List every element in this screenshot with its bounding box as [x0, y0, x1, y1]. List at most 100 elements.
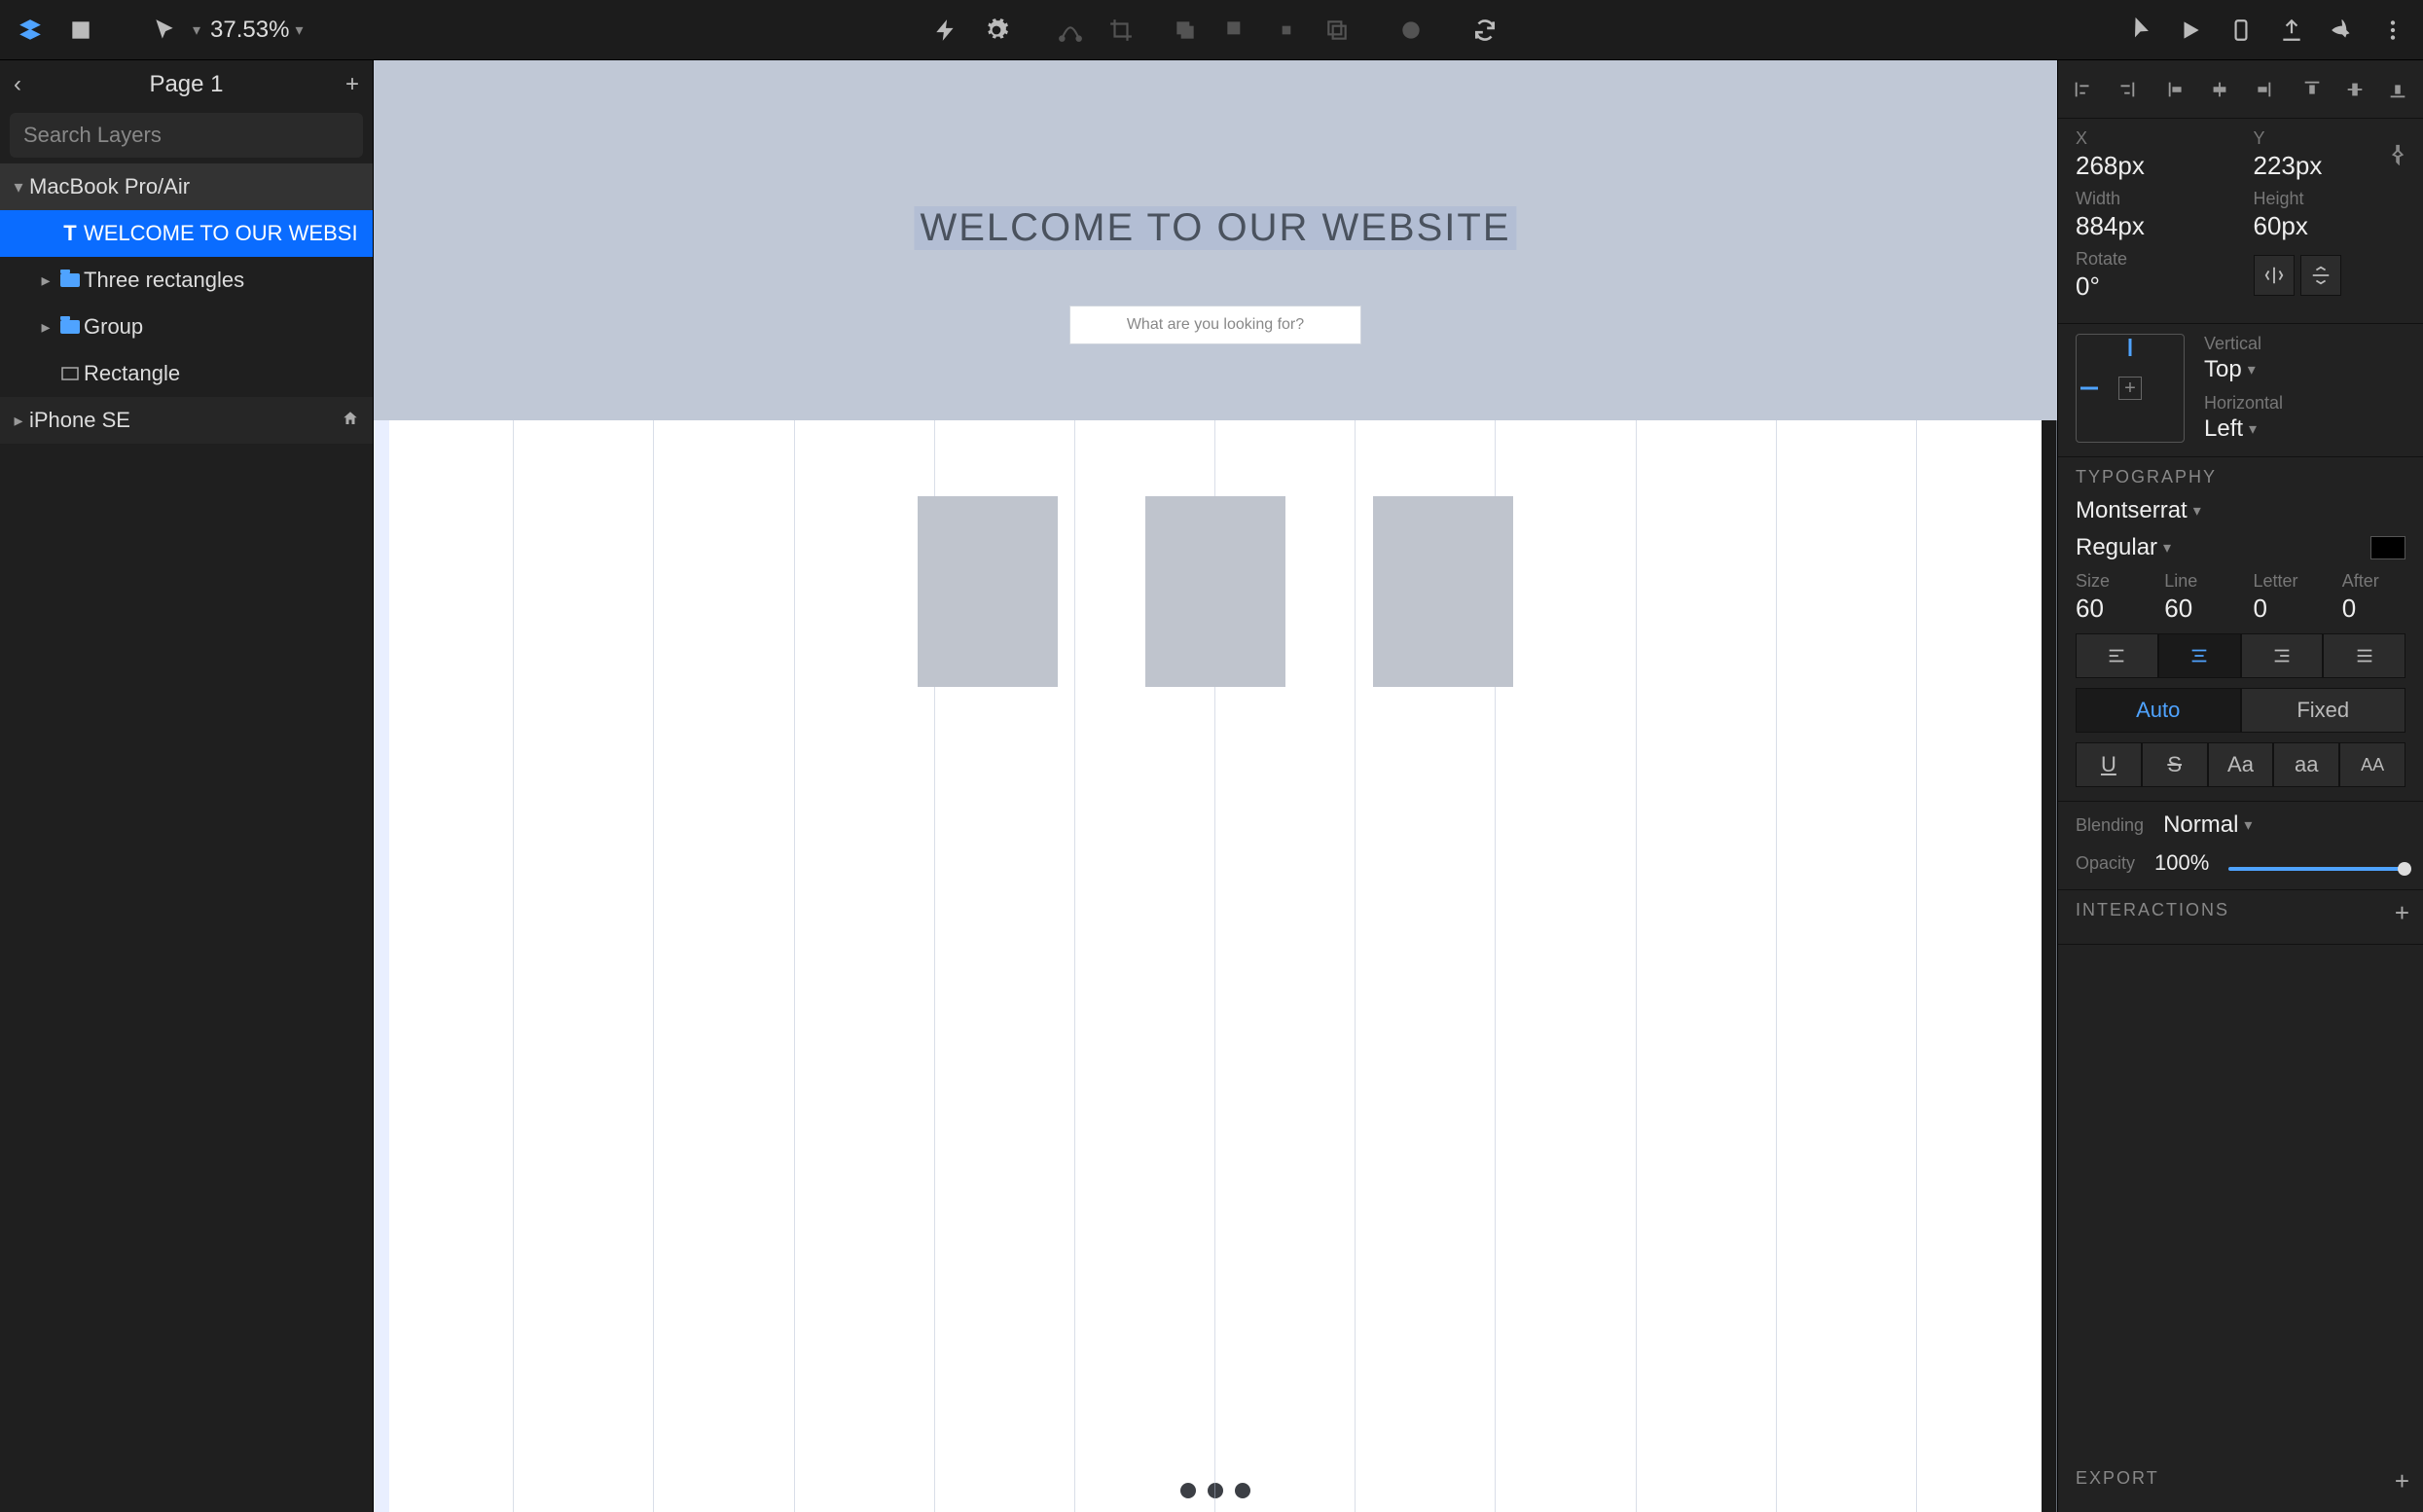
layer-three-rectangles[interactable]: ▸ Three rectangles — [0, 257, 373, 304]
refresh-icon[interactable] — [1463, 8, 1507, 53]
paragraph-after-value[interactable]: 0 — [2342, 594, 2405, 624]
font-family-dropdown[interactable]: Montserrat▾ — [2076, 497, 2405, 524]
text-align-justify-icon[interactable] — [2323, 633, 2405, 678]
chevron-right-icon[interactable]: ▸ — [35, 270, 56, 291]
strikethrough-icon[interactable]: S — [2142, 742, 2208, 787]
vertical-dropdown[interactable]: Top▾ — [2204, 356, 2405, 383]
bool-intersect-icon[interactable] — [1264, 8, 1309, 53]
handoff-icon[interactable] — [2117, 8, 2162, 53]
artboard-macbook[interactable]: WELCOME TO OUR WEBSITE What are you look… — [374, 420, 1284, 1512]
text-color-swatch[interactable] — [2370, 536, 2405, 559]
transform-lowercase[interactable]: aa — [2273, 742, 2339, 787]
canvas[interactable]: iPhone SE MacBook Pro/Air W — [374, 60, 2057, 1512]
align-h-right-icon[interactable] — [2243, 70, 2282, 109]
chevron-down-icon[interactable]: ▾ — [8, 177, 29, 198]
width-label: Width — [2076, 189, 2228, 209]
top-toolbar: ▾ 37.53% ▾ — [0, 0, 2423, 60]
add-export-icon[interactable]: + — [2395, 1466, 2409, 1496]
lightning-icon[interactable] — [923, 8, 968, 53]
y-value[interactable]: 223px — [2254, 151, 2406, 181]
layers-list: ▾ MacBook Pro/Air T WELCOME TO OUR WEBSI… — [0, 163, 373, 1512]
text-align-center-icon[interactable] — [2158, 633, 2241, 678]
play-icon[interactable] — [2168, 8, 2213, 53]
rotate-label: Rotate — [2076, 249, 2228, 270]
y-label: Y — [2254, 128, 2406, 149]
interactions-heading: INTERACTIONS — [2076, 900, 2405, 920]
more-icon[interactable] — [2370, 8, 2415, 53]
opacity-value[interactable]: 100% — [2154, 850, 2209, 876]
rect-icon — [56, 367, 84, 380]
home-icon[interactable] — [342, 408, 359, 433]
opacity-slider[interactable] — [2228, 867, 2405, 871]
font-weight-dropdown[interactable]: Regular▾ — [2076, 534, 2361, 561]
layers-tab-icon[interactable] — [8, 8, 53, 53]
blending-label: Blending — [2076, 815, 2144, 836]
transform-titlecase[interactable]: Aa — [2208, 742, 2274, 787]
assets-tab-icon[interactable] — [58, 8, 103, 53]
flip-horizontal-icon[interactable] — [2254, 255, 2295, 296]
width-value[interactable]: 884px — [2076, 211, 2228, 241]
mock-search-field: What are you looking for? — [1069, 306, 1361, 344]
layer-group[interactable]: ▸ Group — [0, 304, 373, 350]
align-v-bottom-icon[interactable] — [2378, 70, 2417, 109]
add-interaction-icon[interactable]: + — [2395, 898, 2409, 928]
left-panel: ‹ Page 1 + ▾ MacBook Pro/Air T WELCOME T… — [0, 60, 374, 1512]
opacity-label: Opacity — [2076, 853, 2135, 874]
align-v-middle-icon[interactable] — [2335, 70, 2374, 109]
add-page-icon[interactable]: + — [330, 71, 359, 98]
underline-icon[interactable]: U — [2076, 742, 2142, 787]
typography-heading: TYPOGRAPHY — [2076, 467, 2405, 487]
device-icon[interactable] — [2219, 8, 2263, 53]
x-label: X — [2076, 128, 2228, 149]
chevron-right-icon[interactable]: ▸ — [35, 317, 56, 338]
text-width-fixed[interactable]: Fixed — [2241, 688, 2406, 733]
search-layers-input[interactable] — [10, 113, 363, 158]
crop-icon[interactable] — [1099, 8, 1143, 53]
horizontal-label: Horizontal — [2204, 393, 2405, 414]
upload-icon[interactable] — [2269, 8, 2314, 53]
hero-title-text[interactable]: WELCOME TO OUR WEBSITE — [914, 206, 1516, 250]
gear-icon[interactable] — [974, 8, 1019, 53]
horizontal-dropdown[interactable]: Left▾ — [2204, 415, 2405, 443]
page-title[interactable]: Page 1 — [43, 71, 330, 98]
inspector-panel: X268px Y223px Width884px Height60px Rota… — [2057, 60, 2423, 1512]
layer-welcome-text[interactable]: T WELCOME TO OUR WEBSI — [0, 210, 373, 257]
back-icon[interactable]: ‹ — [14, 71, 43, 98]
align-v-top-icon[interactable] — [2293, 70, 2332, 109]
text-width-auto[interactable]: Auto — [2076, 688, 2241, 733]
align-h-left-icon[interactable] — [2157, 70, 2196, 109]
bool-subtract-icon[interactable] — [1213, 8, 1258, 53]
flip-vertical-icon[interactable] — [2300, 255, 2341, 296]
text-align-left-icon[interactable] — [2076, 633, 2158, 678]
blending-dropdown[interactable]: Normal▾ — [2163, 811, 2252, 839]
zoom-dropdown[interactable]: 37.53% ▾ — [200, 17, 312, 44]
height-value[interactable]: 60px — [2254, 211, 2406, 241]
bool-union-icon[interactable] — [1163, 8, 1208, 53]
mock-hero: WELCOME TO OUR WEBSITE What are you look… — [374, 60, 2057, 420]
height-label: Height — [2254, 189, 2406, 209]
align-h-center-icon[interactable] — [2200, 70, 2239, 109]
constraints-widget[interactable]: + — [2076, 334, 2185, 443]
bool-difference-icon[interactable] — [1315, 8, 1359, 53]
mask-icon[interactable] — [1389, 8, 1433, 53]
pointer-tool-icon[interactable] — [142, 8, 187, 53]
font-size-value[interactable]: 60 — [2076, 594, 2139, 624]
rocket-icon[interactable] — [2320, 8, 2365, 53]
vertical-label: Vertical — [2204, 334, 2405, 354]
layer-iphone[interactable]: ▸ iPhone SE — [0, 397, 373, 444]
folder-icon — [56, 320, 84, 334]
layer-rectangle[interactable]: Rectangle — [0, 350, 373, 397]
rotate-value[interactable]: 0° — [2076, 271, 2228, 302]
path-edit-icon[interactable] — [1048, 8, 1093, 53]
layer-macbook[interactable]: ▾ MacBook Pro/Air — [0, 163, 373, 210]
transform-uppercase[interactable]: AA — [2339, 742, 2405, 787]
x-value[interactable]: 268px — [2076, 151, 2228, 181]
export-heading: EXPORT — [2076, 1468, 2405, 1489]
align-left-panel-icon[interactable] — [2064, 70, 2103, 109]
letter-spacing-value[interactable]: 0 — [2254, 594, 2317, 624]
chevron-right-icon[interactable]: ▸ — [8, 411, 29, 431]
align-right-panel-icon[interactable] — [2107, 70, 2146, 109]
pin-icon[interactable] — [2384, 140, 2413, 169]
text-align-right-icon[interactable] — [2241, 633, 2324, 678]
line-height-value[interactable]: 60 — [2164, 594, 2227, 624]
